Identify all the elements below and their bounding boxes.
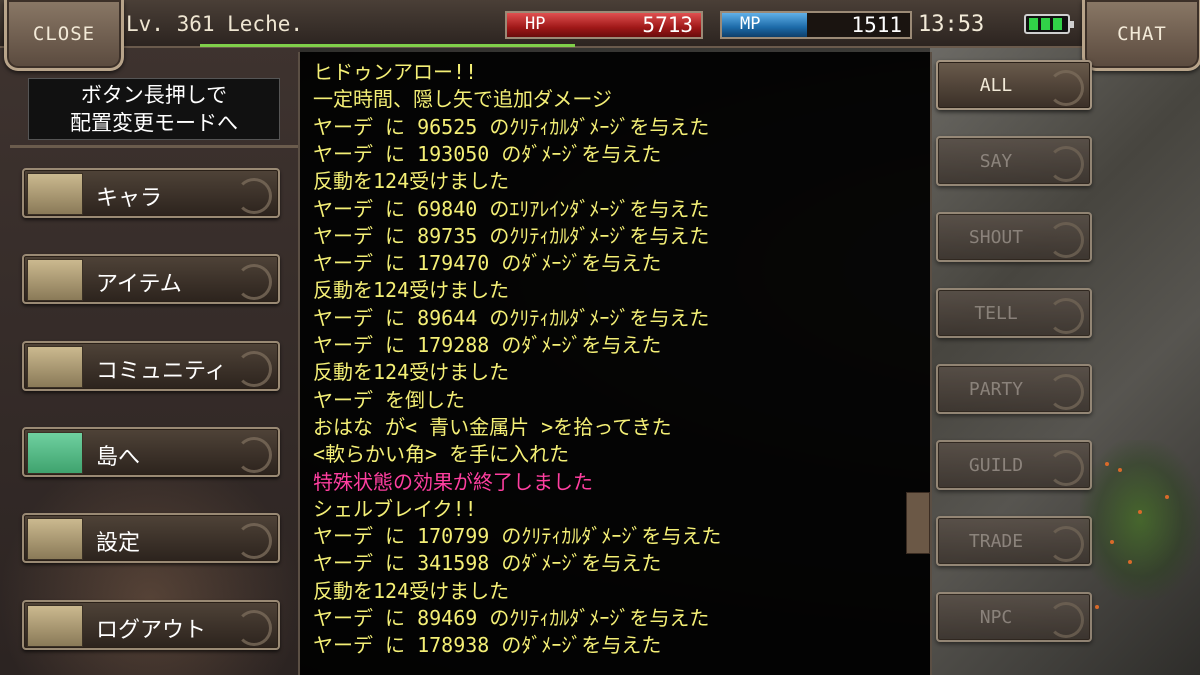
swirl-ornament-icon [1048, 70, 1084, 106]
swirl-ornament-icon [1048, 298, 1084, 334]
swirl-ornament-icon [236, 264, 272, 300]
character-icon [27, 173, 83, 215]
menu-island-button[interactable]: 島へ [22, 427, 280, 477]
menu-item-label: 設定 [96, 531, 141, 556]
swirl-ornament-icon [1048, 374, 1084, 410]
hint-line-2: 配置変更モードへ [70, 111, 238, 135]
channel-label: GUILD [968, 454, 1024, 476]
ember-spark [1118, 468, 1122, 472]
chat-line: ヤーデ に 341598 のﾀﾞﾒｰｼﾞを与えた [313, 551, 662, 576]
channel-all-button[interactable]: ALL [936, 60, 1092, 110]
ember-spark [1105, 462, 1109, 466]
hp-label: HP [525, 14, 546, 34]
mp-label: MP [740, 14, 761, 34]
clock: 13:53 [918, 12, 985, 37]
ember-spark [1165, 495, 1169, 499]
community-icon [27, 346, 83, 388]
channel-say-button[interactable]: SAY [936, 136, 1092, 186]
menu-item-label: ログアウト [96, 618, 207, 643]
channel-tell-button[interactable]: TELL [936, 288, 1092, 338]
logout-icon [27, 605, 83, 647]
ember-spark [1095, 605, 1099, 609]
moss-patch [1080, 440, 1200, 600]
player-level-name: Lv. 361 Leche. [126, 12, 304, 36]
swirl-ornament-icon [236, 437, 272, 473]
channel-label: TELL [974, 302, 1018, 324]
chat-line: ヤーデ を倒した [313, 387, 466, 412]
swirl-ornament-icon [236, 610, 272, 646]
chat-line: ヤーデ に 89735 のｸﾘﾃｨｶﾙﾀﾞﾒｰｼﾞを与えた [313, 223, 710, 248]
chat-line: ヤーデ に 89644 のｸﾘﾃｨｶﾙﾀﾞﾒｰｼﾞを与えた [313, 305, 710, 330]
swirl-ornament-icon [1048, 146, 1084, 182]
channel-label: NPC [979, 606, 1013, 628]
menu-settings-button[interactable]: 設定 [22, 513, 280, 563]
swirl-ornament-icon [236, 523, 272, 559]
menu-item-button[interactable]: アイテム [22, 254, 280, 304]
chat-line: 一定時間、隠し矢で追加ダメージ [313, 87, 612, 112]
channel-npc-button[interactable]: NPC [936, 592, 1092, 642]
chat-line: 特殊状態の効果が終了しました [313, 469, 593, 494]
chat-button[interactable]: CHAT [1082, 0, 1200, 71]
swirl-ornament-icon [236, 178, 272, 214]
channel-label: SHOUT [968, 226, 1024, 248]
channel-shout-button[interactable]: SHOUT [936, 212, 1092, 262]
channel-label: PARTY [968, 378, 1024, 400]
swirl-ornament-icon [1048, 222, 1084, 258]
island-icon [27, 432, 83, 474]
channel-label: TRADE [968, 530, 1024, 552]
menu-item-label: アイテム [96, 272, 182, 297]
chat-line: おはな が< 青い金属片 >を拾ってきた [313, 414, 672, 439]
ember-spark [1138, 510, 1142, 514]
swirl-ornament-icon [236, 351, 272, 387]
chat-line: 反動を124受けました [313, 169, 510, 194]
channel-party-button[interactable]: PARTY [936, 364, 1092, 414]
hp-gauge: HP 5713 [505, 11, 703, 39]
channel-label: ALL [979, 74, 1013, 96]
hp-value: 5713 [642, 13, 693, 37]
menu-logout-button[interactable]: ログアウト [22, 600, 280, 650]
item-icon [27, 259, 83, 301]
layout-hint: ボタン長押しで 配置変更モードへ [28, 78, 280, 140]
menu-character-button[interactable]: キャラ [22, 168, 280, 218]
chat-line: 反動を124受けました [313, 578, 510, 603]
settings-icon [27, 518, 83, 560]
ember-spark [1128, 560, 1132, 564]
swirl-ornament-icon [1048, 526, 1084, 562]
hint-line-1: ボタン長押しで [80, 83, 228, 107]
chat-log[interactable]: ヒドゥンアロー!! 一定時間、隠し矢で追加ダメージ ヤーデ に 96525 のｸﾘﾃ… [298, 52, 932, 675]
chat-line: 反動を124受けました [313, 360, 510, 385]
menu-item-label: 島へ [96, 445, 141, 470]
swirl-ornament-icon [1048, 450, 1084, 486]
battery-full-icon [1024, 14, 1074, 34]
chat-line: ヤーデ に 96525 のｸﾘﾃｨｶﾙﾀﾞﾒｰｼﾞを与えた [313, 114, 710, 139]
chat-line: ヤーデ に 193050 のﾀﾞﾒｰｼﾞを与えた [313, 141, 662, 166]
close-button[interactable]: CLOSE [4, 0, 124, 71]
exp-bar [200, 44, 575, 47]
divider [10, 145, 298, 148]
menu-item-label: キャラ [96, 186, 163, 211]
chat-line: 反動を124受けました [313, 278, 510, 303]
channel-guild-button[interactable]: GUILD [936, 440, 1092, 490]
chat-line: ヤーデ に 179470 のﾀﾞﾒｰｼﾞを与えた [313, 251, 662, 276]
chat-line: ヤーデ に 178938 のﾀﾞﾒｰｼﾞを与えた [313, 633, 662, 658]
chat-line: ヤーデ に 89469 のｸﾘﾃｨｶﾙﾀﾞﾒｰｼﾞを与えた [313, 606, 710, 630]
menu-community-button[interactable]: コミュニティ [22, 341, 280, 391]
mp-value: 1511 [851, 13, 902, 37]
chat-line: ヤーデ に 179288 のﾀﾞﾒｰｼﾞを与えた [313, 333, 662, 357]
chat-line: シェルブレイク!! [313, 496, 477, 521]
mp-fill [722, 13, 807, 37]
menu-item-label: コミュニティ [96, 359, 227, 384]
chat-line: ヤーデ に 170799 のｸﾘﾃｨｶﾙﾀﾞﾒｰｼﾞを与えた [313, 524, 722, 549]
chat-scrollbar[interactable] [906, 492, 930, 554]
swirl-ornament-icon [1048, 602, 1084, 638]
chat-line: ヒドゥンアロー!! [313, 60, 478, 84]
chat-line: <軟らかい角> を手に入れた [313, 442, 570, 467]
channel-trade-button[interactable]: TRADE [936, 516, 1092, 566]
ember-spark [1110, 540, 1114, 544]
channel-label: SAY [979, 150, 1013, 172]
chat-line: ヤーデ に 69840 のｴﾘｱﾚｲﾝﾀﾞﾒｰｼﾞを与えた [313, 196, 710, 221]
mp-gauge: MP 1511 [720, 11, 912, 39]
